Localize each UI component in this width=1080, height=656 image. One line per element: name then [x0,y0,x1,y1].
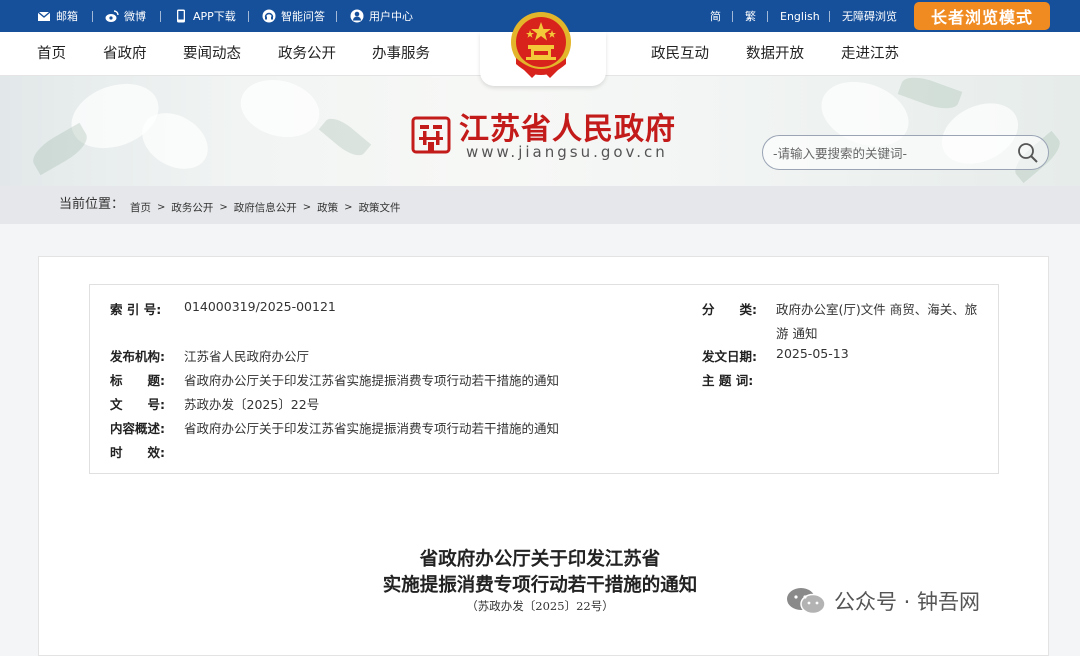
accessibility-link[interactable]: 无障碍浏览 [842,0,897,32]
breadcrumb: 首页 > 政务公开 > 政府信息公开 > 政策 > 政策文件 [130,186,401,228]
wechat-icon [787,588,826,615]
summary-label: 内容概述: [110,421,165,436]
publisher-value: 江苏省人民政府办公厅 [184,349,310,364]
nav-about-jiangsu[interactable]: 走进江苏 [841,32,899,76]
app-download-label: APP下载 [193,10,236,23]
nav-news[interactable]: 要闻动态 [183,32,241,76]
category-label: 分 类: [702,302,757,317]
decorative-leaf [27,122,93,176]
site-name: 江苏省人民政府 [459,112,676,147]
wechat-watermark: 公众号 · 钟吾网 [786,586,980,616]
document-number-value: 苏政办发〔2025〕22号 [184,397,320,412]
search-icon[interactable] [1017,142,1039,164]
mail-label: 邮箱 [56,10,78,23]
category-value-line1: 政府办公室(厅)文件 商贸、海关、旅 [776,302,978,317]
traditional-chinese-link[interactable]: 繁 [745,0,756,32]
nav-home[interactable]: 首页 [37,32,66,76]
decorative-leaf [897,76,963,115]
subject-words-label: 主 题 词: [702,373,754,388]
breadcrumb-policy-documents[interactable]: 政策文件 [359,200,401,215]
search-input[interactable] [773,142,1013,164]
decorative-leaf [318,112,372,162]
breadcrumb-arrow-icon: > [157,201,166,213]
user-center-link[interactable]: 用户中心 [350,0,413,32]
divider [92,11,93,22]
smart-qa-link[interactable]: 智能问答 [262,0,325,32]
title-label: 标 题: [110,373,165,388]
elder-mode-button[interactable]: 长者浏览模式 [914,2,1050,30]
divider [248,11,249,22]
document-number-label: 文 号: [110,397,165,412]
document-title-line1: 省政府办公厅关于印发江苏省 [419,549,661,570]
decorative-flower [234,76,326,146]
breadcrumb-arrow-icon: > [344,201,353,213]
english-label: English [780,9,820,23]
weibo-label: 微博 [124,10,146,23]
user-icon [350,9,364,23]
smart-qa-label: 智能问答 [281,10,325,23]
divider [732,11,733,22]
divider [336,11,337,22]
headset-icon [262,9,276,23]
accessibility-label: 无障碍浏览 [842,10,897,23]
mail-link[interactable]: 邮箱 [37,0,78,32]
weibo-icon [105,10,119,22]
watermark-text: 公众号 · 钟吾网 [834,590,981,614]
breadcrumb-policy[interactable]: 政策 [317,200,338,215]
jiangsu-government-logo-icon [411,116,451,154]
nav-services[interactable]: 办事服务 [372,32,430,76]
divider [767,11,768,22]
divider [829,11,830,22]
english-link[interactable]: English [780,0,820,32]
breadcrumb-government-affairs[interactable]: 政务公开 [171,200,213,215]
issue-date-value: 2025-05-13 [776,346,849,361]
index-number-label: 索 引 号: [110,302,162,317]
traditional-label: 繁 [745,10,756,23]
breadcrumb-arrow-icon: > [302,201,312,213]
category-value-line2: 游 通知 [776,326,818,341]
site-url: www.jiangsu.gov.cn [466,143,668,161]
search-box [762,135,1049,170]
issue-date-label: 发文日期: [702,349,757,364]
user-center-label: 用户中心 [369,10,413,23]
nav-provincial-government[interactable]: 省政府 [103,32,147,76]
simplified-label: 简 [710,10,721,23]
validity-label: 时 效: [110,445,165,460]
phone-icon [177,9,185,23]
national-emblem-icon [511,12,571,78]
nav-government-affairs[interactable]: 政务公开 [278,32,336,76]
index-number-value: 014000319/2025-00121 [184,299,336,314]
nav-open-data[interactable]: 数据开放 [746,32,804,76]
app-download-link[interactable]: APP下载 [174,0,236,32]
divider [160,11,161,22]
title-value: 省政府办公厅关于印发江苏省实施提振消费专项行动若干措施的通知 [184,373,560,388]
breadcrumb-arrow-icon: > [219,201,228,213]
document-info-table: 索 引 号: 014000319/2025-00121 分 类: 政府办公室(厅… [89,284,999,474]
publisher-label: 发布机构: [110,349,165,364]
breadcrumb-bar: 当前位置： 首页 > 政务公开 > 政府信息公开 > 政策 > 政策文件 [0,186,1080,224]
summary-value: 省政府办公厅关于印发江苏省实施提振消费专项行动若干措施的通知 [184,421,560,436]
simplified-chinese-link[interactable]: 简 [710,0,721,32]
mail-icon [37,11,51,21]
breadcrumb-info-disclosure[interactable]: 政府信息公开 [234,200,297,215]
breadcrumb-label: 当前位置： [59,197,125,212]
breadcrumb-home[interactable]: 首页 [130,200,151,215]
weibo-link[interactable]: 微博 [105,0,146,32]
nav-interaction[interactable]: 政民互动 [651,32,709,76]
